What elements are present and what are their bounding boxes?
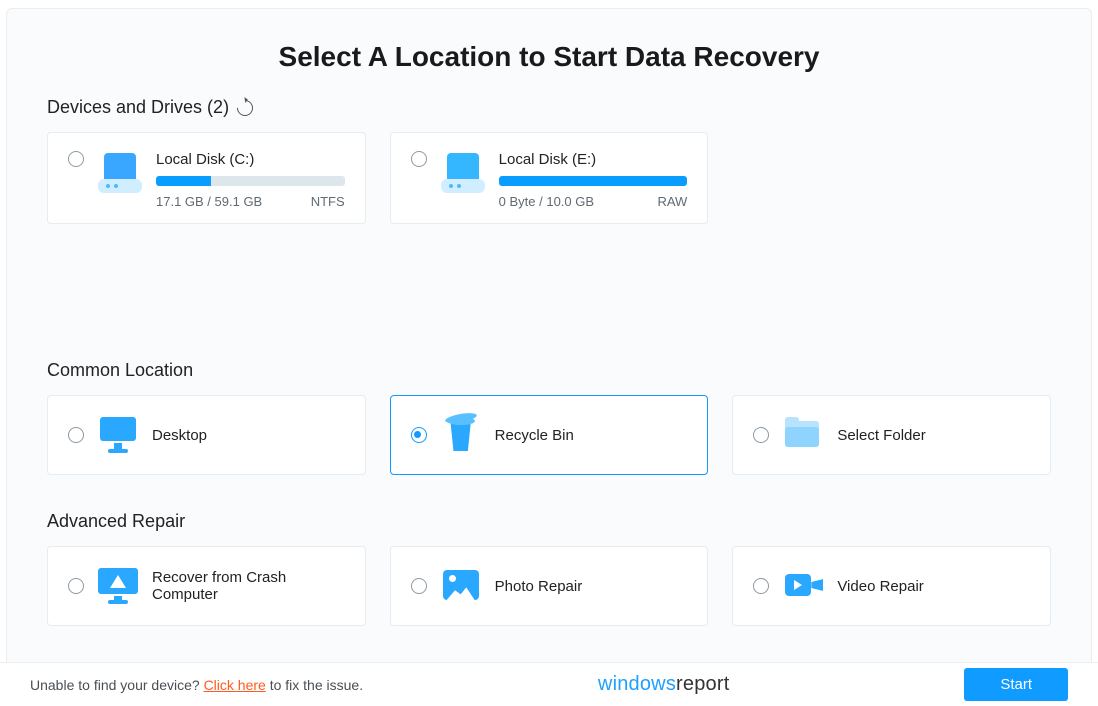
help-post: to fix the issue. xyxy=(266,677,363,693)
drive-fs: RAW xyxy=(657,194,687,209)
drive-progress-c xyxy=(156,176,345,186)
brand-logo: windowsreport xyxy=(598,673,730,696)
drive-card-e[interactable]: Local Disk (E:) 0 Byte / 10.0 GB RAW xyxy=(390,132,709,224)
brand-part-1: windows xyxy=(598,673,676,695)
option-recycle-bin[interactable]: Recycle Bin xyxy=(390,395,709,475)
radio-select-folder[interactable] xyxy=(753,427,769,443)
option-label: Select Folder xyxy=(837,427,925,444)
help-pre: Unable to find your device? xyxy=(30,677,204,693)
advanced-heading: Advanced Repair xyxy=(47,511,1051,532)
radio-photo-repair[interactable] xyxy=(411,578,427,594)
option-select-folder[interactable]: Select Folder xyxy=(732,395,1051,475)
devices-heading-text: Devices and Drives (2) xyxy=(47,97,229,118)
option-label: Photo Repair xyxy=(495,578,583,595)
drive-usage: 0 Byte / 10.0 GB xyxy=(499,194,594,209)
section-devices: Devices and Drives (2) Local Disk (C:) 1… xyxy=(47,97,1051,224)
refresh-icon[interactable] xyxy=(234,96,257,119)
video-icon xyxy=(783,568,823,604)
radio-desktop[interactable] xyxy=(68,427,84,443)
start-button[interactable]: Start xyxy=(964,668,1068,701)
footer-bar: Unable to find your device? Click here t… xyxy=(0,662,1098,706)
folder-icon xyxy=(783,417,823,453)
option-desktop[interactable]: Desktop xyxy=(47,395,366,475)
drive-radio-c[interactable] xyxy=(68,151,84,167)
monitor-icon xyxy=(98,417,138,453)
option-label: Video Repair xyxy=(837,578,923,595)
help-link[interactable]: Click here xyxy=(204,677,266,693)
common-heading: Common Location xyxy=(47,360,1051,381)
option-label: Recycle Bin xyxy=(495,427,574,444)
section-common: Common Location Desktop Recycle Bin Sele… xyxy=(47,360,1051,475)
radio-video-repair[interactable] xyxy=(753,578,769,594)
option-crash-recovery[interactable]: Recover from Crash Computer xyxy=(47,546,366,626)
option-video-repair[interactable]: Video Repair xyxy=(732,546,1051,626)
radio-recycle-bin[interactable] xyxy=(411,427,427,443)
drive-name: Local Disk (E:) xyxy=(499,151,688,168)
brand-part-2: report xyxy=(676,673,729,695)
drive-radio-e[interactable] xyxy=(411,151,427,167)
photo-icon xyxy=(441,568,481,604)
section-advanced: Advanced Repair Recover from Crash Compu… xyxy=(47,511,1051,626)
disk-icon xyxy=(98,153,142,193)
page-title: Select A Location to Start Data Recovery xyxy=(47,9,1051,97)
option-photo-repair[interactable]: Photo Repair xyxy=(390,546,709,626)
radio-crash-recovery[interactable] xyxy=(68,578,84,594)
help-text: Unable to find your device? Click here t… xyxy=(30,677,363,693)
devices-heading: Devices and Drives (2) xyxy=(47,97,1051,118)
drive-card-c[interactable]: Local Disk (C:) 17.1 GB / 59.1 GB NTFS xyxy=(47,132,366,224)
option-label: Desktop xyxy=(152,427,207,444)
drive-name: Local Disk (C:) xyxy=(156,151,345,168)
option-label: Recover from Crash Computer xyxy=(152,569,345,603)
crash-computer-icon xyxy=(98,568,138,604)
drive-fs: NTFS xyxy=(311,194,345,209)
drive-progress-e xyxy=(499,176,688,186)
disk-icon xyxy=(441,153,485,193)
recycle-bin-icon xyxy=(441,417,481,453)
drive-usage: 17.1 GB / 59.1 GB xyxy=(156,194,262,209)
